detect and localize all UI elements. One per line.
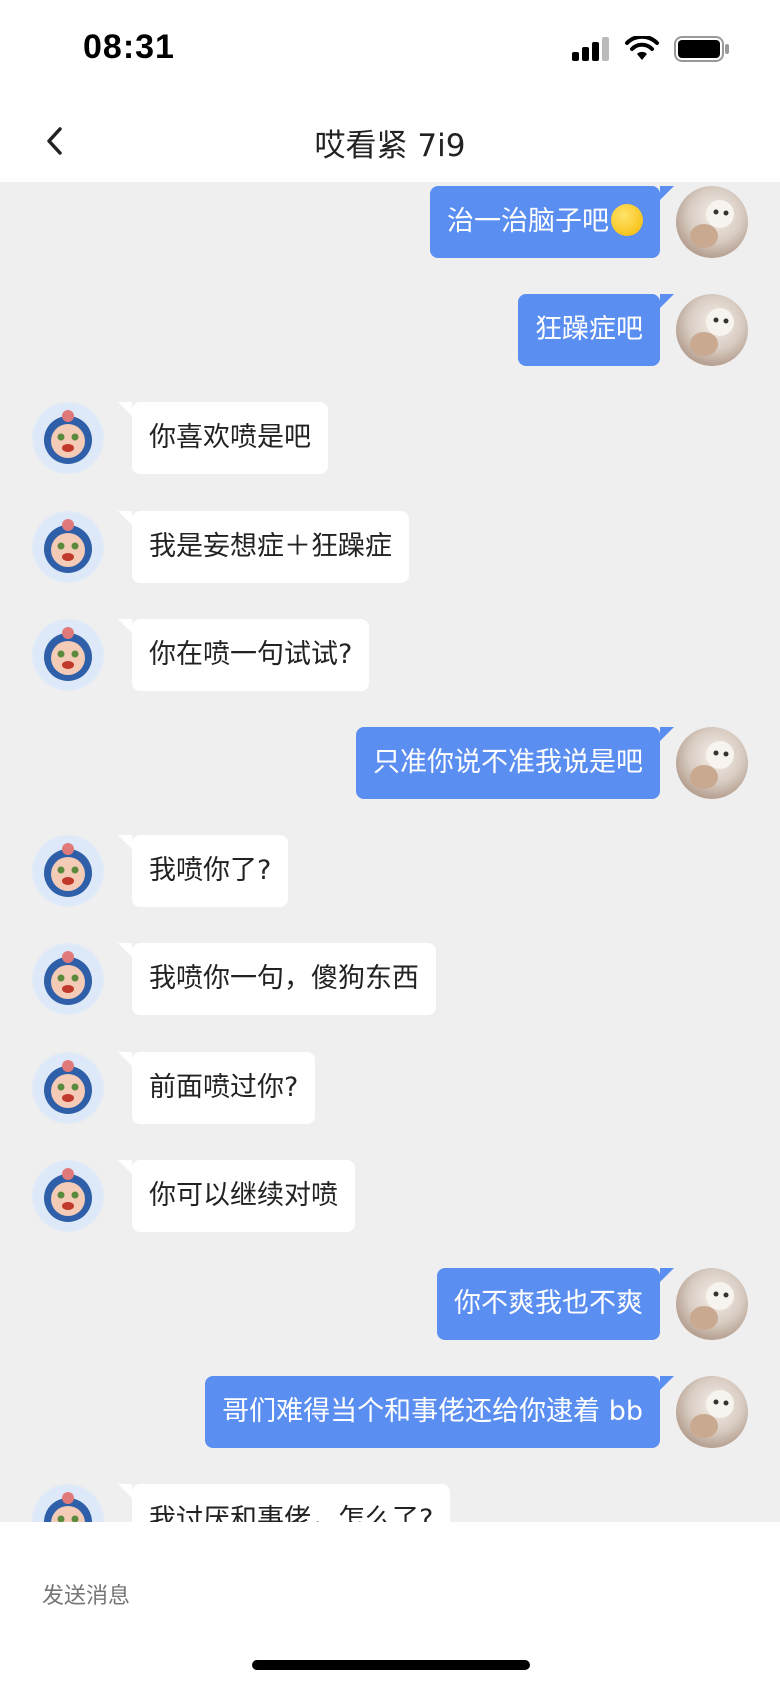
message-text: 我喷你一句，傻狗东西 <box>149 963 419 994</box>
incoming-message: 前面喷过你? <box>0 1052 780 1124</box>
incoming-message: 我喷你一句，傻狗东西 <box>0 943 780 1015</box>
incoming-message: 你可以继续对喷 <box>0 1160 780 1232</box>
my-avatar[interactable] <box>676 1268 748 1340</box>
message-text: 我喷你了? <box>149 855 272 886</box>
message-text: 只准你说不准我说是吧 <box>373 747 643 778</box>
contact-avatar[interactable] <box>32 1484 104 1522</box>
cellular-signal-icon <box>572 37 609 61</box>
message-text: 狂躁症吧 <box>535 314 643 345</box>
contact-avatar[interactable] <box>32 943 104 1015</box>
message-bubble[interactable]: 我喷你了? <box>117 835 289 907</box>
incoming-message: 我喷你了? <box>0 835 780 907</box>
message-bubble[interactable]: 狂躁症吧 <box>518 294 674 366</box>
message-text: 治一治脑子吧 <box>447 206 609 237</box>
message-text: 你不爽我也不爽 <box>454 1288 643 1319</box>
my-avatar[interactable] <box>676 727 748 799</box>
outgoing-message: 狂躁症吧 <box>0 294 780 366</box>
outgoing-message: 治一治脑子吧 <box>0 186 780 258</box>
message-bubble[interactable]: 我讨厌和事佬，怎么了? <box>117 1484 451 1522</box>
message-bubble[interactable]: 我是妄想症＋狂躁症 <box>118 511 409 583</box>
incoming-message: 你在喷一句试试? <box>0 619 780 691</box>
my-avatar[interactable] <box>676 1376 748 1448</box>
status-icons <box>572 36 730 62</box>
my-avatar[interactable] <box>676 294 748 366</box>
contact-avatar[interactable] <box>32 511 104 583</box>
message-bubble[interactable]: 你可以继续对喷 <box>118 1160 355 1232</box>
status-bar: 08:31 <box>0 0 780 100</box>
outgoing-message: 哥们难得当个和事佬还给你逮着 bb <box>0 1376 780 1448</box>
chat-title: 哎看紧 7i9 <box>314 128 466 164</box>
my-avatar[interactable] <box>676 186 748 258</box>
incoming-message: 我是妄想症＋狂躁症 <box>0 511 780 583</box>
home-indicator[interactable] <box>252 1660 530 1670</box>
outgoing-message: 只准你说不准我说是吧 <box>0 727 780 799</box>
status-time: 08:31 <box>83 28 175 66</box>
message-text: 你可以继续对喷 <box>149 1180 338 1211</box>
contact-avatar[interactable] <box>32 835 104 907</box>
message-input[interactable] <box>42 1576 642 1616</box>
message-text: 哥们难得当个和事佬还给你逮着 bb <box>222 1396 643 1427</box>
message-text: 我讨厌和事佬，怎么了? <box>149 1504 434 1522</box>
contact-avatar[interactable] <box>32 619 104 691</box>
message-text: 你喜欢喷是吧 <box>149 422 311 453</box>
message-text: 前面喷过你? <box>149 1072 299 1103</box>
contact-avatar[interactable] <box>32 402 104 474</box>
message-bubble[interactable]: 你喜欢喷是吧 <box>118 402 328 474</box>
sweat-smile-emoji <box>611 203 643 236</box>
message-text: 你在喷一句试试? <box>149 639 353 670</box>
contact-avatar[interactable] <box>32 1052 104 1124</box>
outgoing-message: 你不爽我也不爽 <box>0 1268 780 1340</box>
incoming-message: 你喜欢喷是吧 <box>0 402 780 474</box>
incoming-message: 我讨厌和事佬，怎么了? <box>0 1484 780 1522</box>
message-bubble[interactable]: 只准你说不准我说是吧 <box>356 727 674 799</box>
message-bubble[interactable]: 治一治脑子吧 <box>430 186 674 258</box>
message-bubble[interactable]: 我喷你一句，傻狗东西 <box>118 943 436 1015</box>
message-bubble[interactable]: 哥们难得当个和事佬还给你逮着 bb <box>205 1376 674 1448</box>
message-text: 我是妄想症＋狂躁症 <box>149 531 392 562</box>
message-list[interactable]: 治一治脑子吧狂躁症吧你喜欢喷是吧我是妄想症＋狂躁症 你在喷一句试试? 只准你说不准我… <box>0 182 780 1522</box>
chat-header: 哎看紧 7i9 <box>0 100 780 182</box>
input-bar <box>0 1522 780 1688</box>
contact-avatar[interactable] <box>32 1160 104 1232</box>
battery-icon <box>674 36 729 62</box>
message-bubble[interactable]: 前面喷过你? <box>117 1052 316 1124</box>
message-bubble[interactable]: 你不爽我也不爽 <box>437 1268 674 1340</box>
wifi-icon <box>625 36 659 60</box>
message-bubble[interactable]: 你在喷一句试试? <box>117 619 370 691</box>
